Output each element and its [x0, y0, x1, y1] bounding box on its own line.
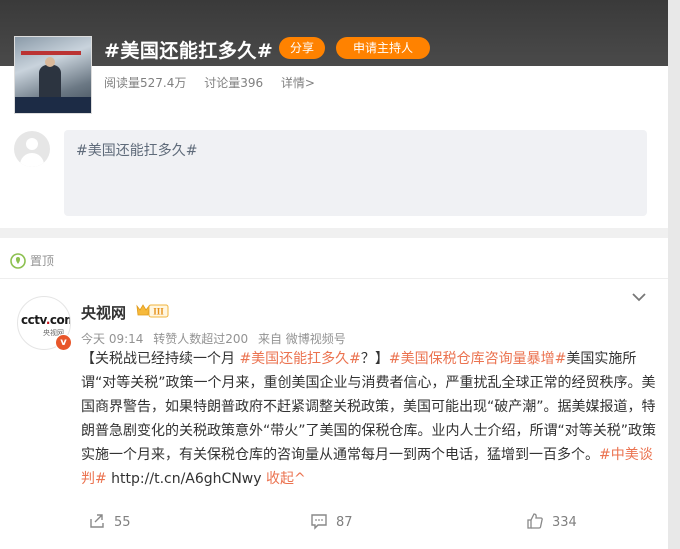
thumbnail-banner [21, 51, 81, 55]
details-link[interactable]: 详情> [281, 76, 315, 90]
pinned-label: 置顶 [30, 254, 55, 268]
read-count: 阅读量527.4万 [104, 76, 187, 90]
level-text: III [153, 307, 164, 317]
collapse-link[interactable]: 收起^ [266, 471, 306, 487]
like-button[interactable]: 334 [526, 512, 577, 530]
member-level-badge-icon[interactable]: III [135, 302, 169, 319]
author-name[interactable]: 央视网 [81, 302, 126, 323]
cctv-logo: cctv.com [21, 313, 70, 327]
topic-stats: 阅读量527.4万 讨论量396 详情> [104, 74, 329, 91]
topic-header-info [0, 66, 680, 126]
post-source[interactable]: 来自 微博视频号 [258, 332, 346, 346]
comment-button[interactable]: 87 [310, 512, 353, 530]
thumbs-up-icon [527, 513, 543, 529]
thumbnail-desk [15, 97, 91, 113]
page-scrollbar-track[interactable] [668, 0, 680, 549]
comment-icon [311, 514, 327, 530]
logo-dot: . [45, 313, 51, 327]
repost-icon [90, 514, 104, 528]
repost-button[interactable]: 55 [88, 512, 131, 530]
compose-input[interactable]: #美国还能扛多久# [64, 130, 647, 216]
short-url-link[interactable]: http://t.cn/A6ghCNwy [107, 471, 266, 487]
repost-count: 55 [114, 515, 131, 530]
post-text-part: 美国实施所谓“对等关税”政策一个月来，重创美国企业与消费者信心，严重扰乱全球正常… [81, 351, 657, 463]
thumbnail-anchor-body [39, 65, 61, 99]
topic-thumbnail[interactable] [14, 36, 92, 114]
card-divider [0, 278, 668, 279]
hashtag-link[interactable]: #美国还能扛多久# [239, 351, 360, 367]
verified-badge-icon: v [55, 334, 72, 351]
repost-note: 转赞人数超过200 [153, 332, 249, 346]
topic-title: #美国还能扛多久# [104, 40, 274, 62]
avatar-head-shape [26, 138, 38, 150]
avatar-body-shape [20, 153, 44, 167]
pinned-indicator: 置顶 [10, 252, 54, 269]
pin-icon [10, 253, 26, 269]
post-text-part: ？】 [360, 351, 389, 367]
hashtag-link[interactable]: #美国保税仓库咨询量暴增# [389, 351, 566, 367]
compose-box: #美国还能扛多久# [0, 126, 668, 228]
post-actions: 55 87 334 [0, 508, 668, 538]
current-user-avatar[interactable] [14, 131, 50, 167]
comment-count: 87 [336, 515, 353, 530]
post-card: 置顶 cctv.com 央视网 v 央视网 III 今天 09:14 转赞人数超… [0, 238, 668, 549]
post-body: 【关税战已经持续一个月 #美国还能扛多久#？】#美国保税仓库咨询量暴增#美国实施… [81, 347, 659, 491]
chevron-down-icon[interactable] [630, 290, 648, 304]
apply-host-button[interactable]: 申请主持人 [336, 37, 430, 59]
post-text-part: 【关税战已经持续一个月 [81, 351, 240, 367]
discussion-count: 讨论量396 [204, 76, 264, 90]
share-button[interactable]: 分享 [279, 37, 325, 59]
post-time[interactable]: 今天 09:14 [81, 332, 143, 346]
post-meta: 今天 09:14 转赞人数超过200 来自 微博视频号 [81, 330, 352, 347]
like-count: 334 [552, 515, 577, 530]
thumbnail-anchor-head [45, 57, 55, 67]
